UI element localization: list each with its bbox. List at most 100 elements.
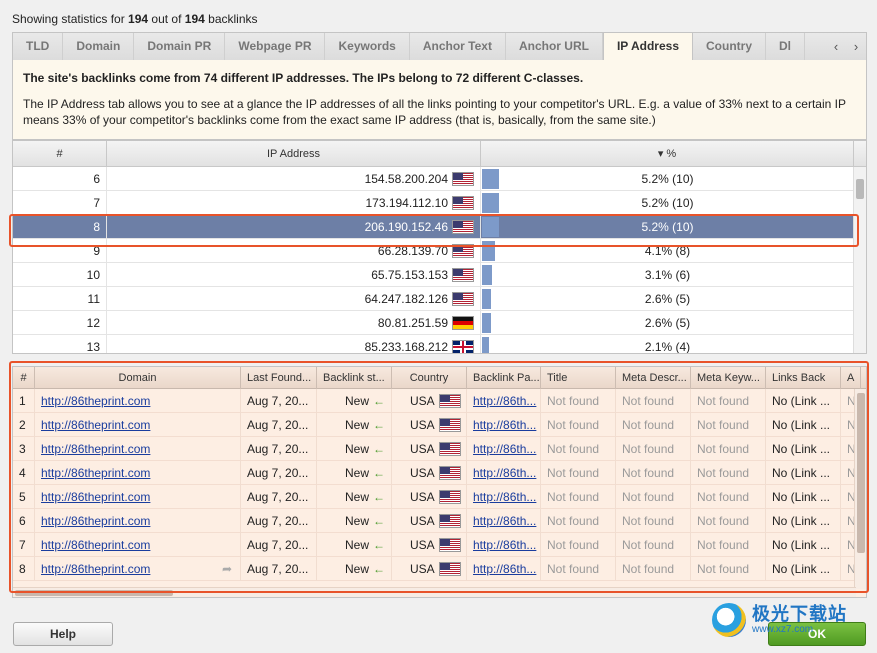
status-cell: New ←: [317, 389, 392, 413]
domain-link[interactable]: http://86theprint.com: [41, 394, 150, 408]
ip-table-row[interactable]: 11 64.247.182.126 2.6% (5): [13, 287, 854, 311]
tab-dl[interactable]: Dl: [766, 33, 805, 60]
column-header-percent[interactable]: ▾ %: [481, 141, 854, 167]
column-header-meta-keyw[interactable]: Meta Keyw...: [691, 367, 766, 389]
backlink-row[interactable]: 7 http://86theprint.com Aug 7, 20... New ← US…: [13, 533, 861, 557]
backlink-row[interactable]: 1 http://86theprint.com Aug 7, 20... New ← US…: [13, 389, 861, 413]
tab-domain-pr[interactable]: Domain PR: [134, 33, 226, 60]
column-header-num[interactable]: #: [13, 367, 35, 389]
backlink-row[interactable]: 8 http://86theprint.com ➦ Aug 7, 20... New ← U…: [13, 557, 861, 581]
backlinks-vertical-scrollbar[interactable]: [854, 389, 866, 589]
backlink-row[interactable]: 6 http://86theprint.com Aug 7, 20... New ← US…: [13, 509, 861, 533]
backlink-row[interactable]: 5 http://86theprint.com Aug 7, 20... New ← US…: [13, 485, 861, 509]
scrollbar-thumb[interactable]: [857, 393, 865, 553]
row-number: 5: [19, 490, 26, 504]
flag-us-icon: [452, 220, 474, 234]
domain-link[interactable]: http://86theprint.com: [41, 442, 150, 456]
domain-link[interactable]: http://86theprint.com: [41, 490, 150, 504]
backlink-page-link[interactable]: http://86th...: [473, 466, 536, 480]
domain-link[interactable]: http://86theprint.com: [41, 562, 150, 576]
scrollbar-thumb[interactable]: [15, 590, 173, 596]
row-number: 7: [19, 538, 26, 552]
backlinks-horizontal-scrollbar[interactable]: [13, 587, 856, 597]
domain-link[interactable]: http://86theprint.com: [41, 538, 150, 552]
backlink-row[interactable]: 4 http://86theprint.com Aug 7, 20... New ← US…: [13, 461, 861, 485]
scrollbar-thumb[interactable]: [856, 179, 864, 199]
ip-table-row[interactable]: 10 65.75.153.153 3.1% (6): [13, 263, 854, 287]
country-cell: USA: [392, 413, 467, 437]
tab-ip-address[interactable]: IP Address: [602, 33, 693, 60]
meta-description: Not found: [622, 490, 675, 504]
column-header-links-back[interactable]: Links Back: [766, 367, 841, 389]
help-button[interactable]: Help: [13, 622, 113, 646]
ip-table-row[interactable]: 13 85.233.168.212 2.1% (4): [13, 335, 854, 353]
column-header-num[interactable]: #: [13, 141, 107, 167]
backlink-page-link[interactable]: http://86th...: [473, 490, 536, 504]
title-cell: Not found: [541, 413, 616, 437]
ip-table-body: 6 154.58.200.204 5.2% (10) 7 173.194.112.10 5…: [13, 167, 854, 353]
title: Not found: [547, 562, 600, 576]
links-back-cell: No (Link ...: [766, 485, 841, 509]
tab-prev-icon[interactable]: ‹: [834, 39, 838, 54]
country-cell: USA: [392, 389, 467, 413]
percent-value: 5.2% (10): [641, 172, 694, 186]
flag-us-icon: [438, 442, 461, 456]
column-header-a[interactable]: A: [841, 367, 861, 389]
ip-table-row[interactable]: 7 173.194.112.10 5.2% (10): [13, 191, 854, 215]
column-header-last-found[interactable]: Last Found...: [241, 367, 317, 389]
backlink-page-link[interactable]: http://86th...: [473, 394, 536, 408]
ip-table-row[interactable]: 12 80.81.251.59 2.6% (5): [13, 311, 854, 335]
tab-webpage-pr[interactable]: Webpage PR: [225, 33, 326, 60]
meta-keywords-cell: Not found: [691, 485, 766, 509]
last-found: Aug 7, 20...: [247, 538, 309, 552]
backlink-row[interactable]: 2 http://86theprint.com Aug 7, 20... New ← US…: [13, 413, 861, 437]
tab-keywords[interactable]: Keywords: [325, 33, 410, 60]
flag-us-icon: [452, 292, 474, 306]
share-icon[interactable]: ➦: [222, 557, 232, 581]
status-cell: New ←: [317, 461, 392, 485]
meta-keywords-cell: Not found: [691, 461, 766, 485]
links-back: No (Link ...: [772, 538, 831, 552]
tab-tld[interactable]: TLD: [13, 33, 64, 60]
watermark: 极光下载站 www.xz7.com: [712, 598, 872, 642]
backlink-status: New: [345, 514, 370, 528]
row-number: 12: [13, 311, 107, 335]
column-header-country[interactable]: Country: [392, 367, 467, 389]
tab-anchor-url[interactable]: Anchor URL: [506, 33, 603, 60]
backlink-page-link[interactable]: http://86th...: [473, 562, 536, 576]
column-header-title[interactable]: Title: [541, 367, 616, 389]
backlink-page-link[interactable]: http://86th...: [473, 514, 536, 528]
column-header-backlink-pa[interactable]: Backlink Pa...: [467, 367, 541, 389]
backlink-page-link[interactable]: http://86th...: [473, 442, 536, 456]
status-total-count: 194: [184, 12, 205, 26]
column-header-backlink-st[interactable]: Backlink st...: [317, 367, 392, 389]
percent-cell: 5.2% (10): [481, 215, 854, 239]
row-number: 9: [13, 239, 107, 263]
ip-table-row[interactable]: 6 154.58.200.204 5.2% (10): [13, 167, 854, 191]
column-header-ip[interactable]: IP Address: [107, 141, 481, 167]
ip-table-scrollbar[interactable]: [853, 167, 866, 353]
tab-next-icon[interactable]: ›: [854, 39, 858, 54]
flag-us-icon: [452, 244, 474, 258]
ip-table-row[interactable]: 8 206.190.152.46 5.2% (10): [13, 215, 854, 239]
domain-link[interactable]: http://86theprint.com: [41, 418, 150, 432]
ip-address-cell: 154.58.200.204: [107, 167, 481, 191]
tab-domain[interactable]: Domain: [63, 33, 135, 60]
column-header-meta-descr[interactable]: Meta Descr...: [616, 367, 691, 389]
ip-table-header: # IP Address ▾ %: [13, 141, 866, 167]
backlink-page-link[interactable]: http://86th...: [473, 538, 536, 552]
domain-link[interactable]: http://86theprint.com: [41, 466, 150, 480]
tab-anchor-text[interactable]: Anchor Text: [410, 33, 506, 60]
ip-table-row[interactable]: 9 66.28.139.70 4.1% (8): [13, 239, 854, 263]
domain-link[interactable]: http://86theprint.com: [41, 514, 150, 528]
links-back-cell: No (Link ...: [766, 461, 841, 485]
tab-country[interactable]: Country: [693, 33, 766, 60]
domain-cell: http://86theprint.com: [35, 437, 241, 461]
num-cell: 3: [13, 437, 35, 461]
column-header-domain[interactable]: Domain: [35, 367, 241, 389]
title-cell: Not found: [541, 485, 616, 509]
row-number: 10: [13, 263, 107, 287]
backlink-row[interactable]: 3 http://86theprint.com Aug 7, 20... New ← US…: [13, 437, 861, 461]
backlink-status: New: [345, 538, 370, 552]
backlink-page-link[interactable]: http://86th...: [473, 418, 536, 432]
